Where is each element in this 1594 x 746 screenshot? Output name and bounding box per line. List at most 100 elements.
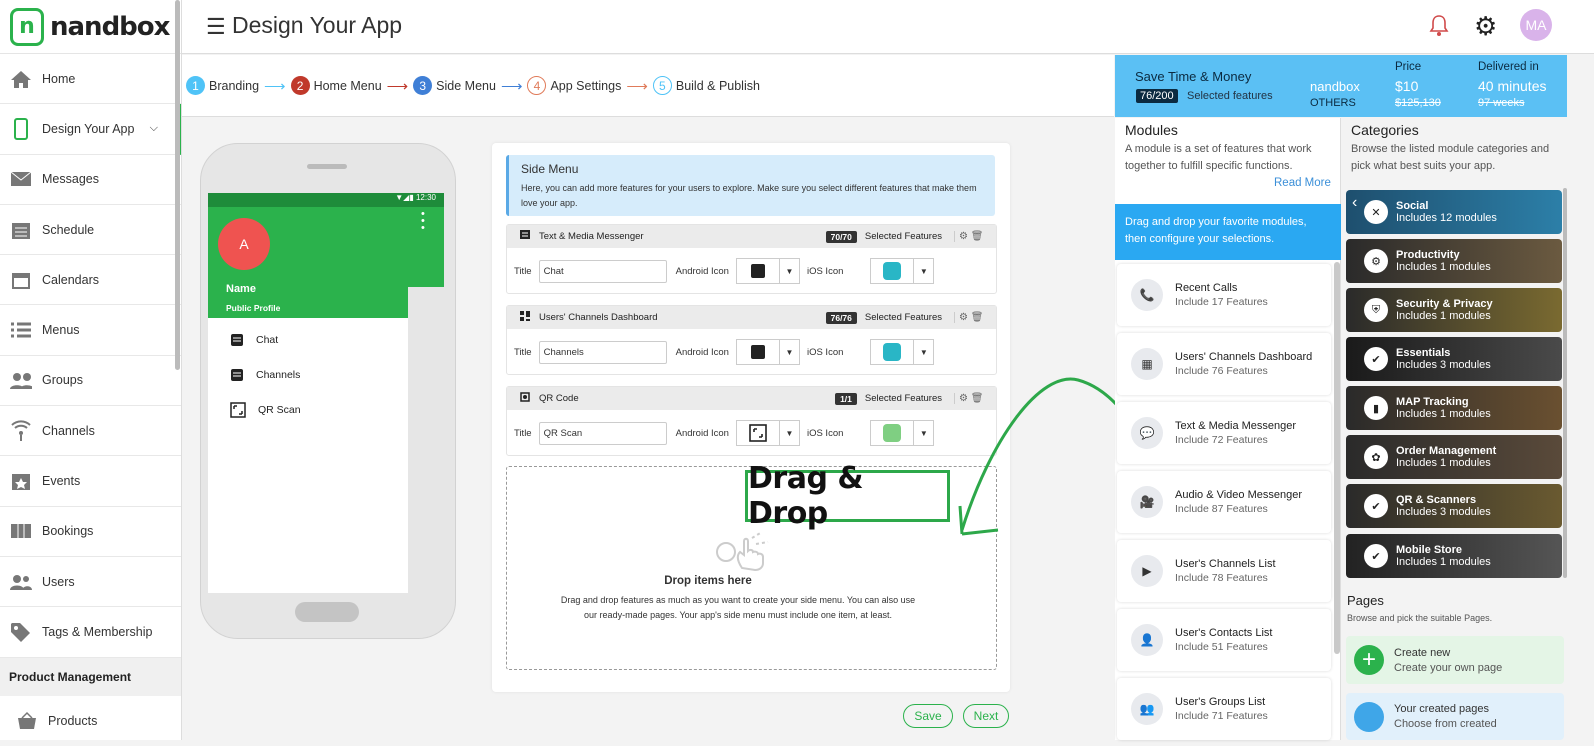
categories-scrollbar[interactable] xyxy=(1563,188,1567,578)
step-label: Side Menu xyxy=(436,78,496,93)
drop-description: Drag and drop features as much as you wa… xyxy=(560,595,916,620)
promo-others: OTHERS xyxy=(1310,97,1356,109)
category-card[interactable]: ✿ Order Management Includes 1 modules xyxy=(1346,435,1562,479)
channel-icon xyxy=(231,369,243,381)
social-icon: ✕ xyxy=(1364,200,1388,224)
step-number: 4 xyxy=(527,76,547,95)
selected-features-label: Selected Features xyxy=(864,231,942,242)
avatar[interactable]: MA xyxy=(1520,9,1552,41)
read-more-link[interactable]: Read More xyxy=(1274,177,1331,189)
android-icon-select[interactable]: ▼ xyxy=(735,339,800,365)
sidebar-item-channels[interactable]: Channels xyxy=(0,406,181,457)
step-label: Branding xyxy=(209,78,260,93)
trash-icon[interactable]: 🗑 xyxy=(971,312,984,323)
category-card[interactable]: ✔ Essentials Includes 3 modules xyxy=(1346,337,1562,381)
order-icon: ✿ xyxy=(1364,445,1388,469)
sidebar-item-groups[interactable]: Groups xyxy=(0,356,181,407)
pages-icon xyxy=(1354,701,1384,732)
ios-icon-select[interactable]: ▼ xyxy=(870,339,935,365)
sidebar-item-label: Bookings xyxy=(42,524,94,539)
sidebar-item-home[interactable]: Home xyxy=(0,54,181,105)
save-button[interactable]: Save xyxy=(903,704,953,728)
sidebar-item-bookings[interactable]: Bookings xyxy=(0,507,181,557)
sidebar-item-tags-membership[interactable]: Tags & Membership xyxy=(0,607,181,658)
sidebar-item-design-your-app[interactable]: Design Your App ⌵ xyxy=(0,104,181,155)
gear-icon[interactable]: ⚙ xyxy=(959,231,968,242)
bell-icon[interactable] xyxy=(1428,13,1450,42)
event-icon xyxy=(10,470,32,492)
calendar-icon xyxy=(10,269,32,291)
ios-icon-label: iOS Icon xyxy=(806,427,844,439)
phone-menu-item: Chat xyxy=(230,333,278,347)
step-3[interactable]: 3 Side Menu xyxy=(413,76,496,95)
chevron-left-icon[interactable]: ‹ xyxy=(1352,194,1357,212)
module-card[interactable]: 🎥 Audio & Video Messenger Include 87 Featu… xyxy=(1117,471,1331,533)
create-new-page[interactable]: + Create new Create your own page xyxy=(1346,636,1564,684)
sidebar-item-products[interactable]: Products xyxy=(0,696,181,746)
selected-features-label: Selected Features xyxy=(864,393,942,404)
category-card[interactable]: ✔ Mobile Store Includes 1 modules xyxy=(1346,534,1562,578)
sidebar-item-schedule[interactable]: Schedule xyxy=(0,205,181,256)
android-icon-preview xyxy=(750,345,765,359)
caret-down-icon: ▼ xyxy=(779,420,800,446)
category-card[interactable]: ✔ QR & Scanners Includes 3 modules xyxy=(1346,484,1562,528)
broadcast-icon xyxy=(10,420,32,442)
sidebar-item-label: Schedule xyxy=(42,222,95,237)
sidebar-item-messages[interactable]: Messages xyxy=(0,155,181,205)
category-card[interactable]: ✕ Social Includes 12 modules ‹ xyxy=(1346,190,1562,234)
booking-icon xyxy=(10,520,32,542)
sidebar-item-menus[interactable]: Menus xyxy=(0,305,181,356)
delivered-value: 40 minutes xyxy=(1478,78,1547,94)
modules-scrollbar[interactable] xyxy=(1334,262,1340,654)
step-4[interactable]: 4 App Settings xyxy=(527,76,621,95)
module-card[interactable]: 💬 Text & Media Messenger Include 72 Featur… xyxy=(1117,402,1331,464)
android-icon-select[interactable]: ▼ xyxy=(735,420,800,446)
gear-icon[interactable]: ⚙ xyxy=(1474,11,1497,42)
step-label: App Settings xyxy=(550,78,622,93)
module-card[interactable]: 👥 User's Groups List Include 71 Features xyxy=(1117,678,1331,740)
groups-icon xyxy=(10,369,32,391)
menu-icon[interactable]: ☰ xyxy=(206,14,226,40)
module-card[interactable]: 👤 User's Contacts List Include 51 Features xyxy=(1117,609,1331,671)
sidebar-item-users[interactable]: Users xyxy=(0,557,181,608)
step-5[interactable]: 5 Build & Publish xyxy=(652,76,760,95)
feature-block: Text & Media Messenger 70/70 Selected Feat… xyxy=(506,224,997,294)
sidebar-item-events[interactable]: Events xyxy=(0,456,181,507)
category-card[interactable]: ▮ MAP Tracking Includes 1 modules xyxy=(1346,386,1562,430)
android-icon-label: Android Icon xyxy=(675,346,729,358)
category-card[interactable]: ⚙ Productivity Includes 1 modules xyxy=(1346,239,1562,283)
sidebar-scrollbar[interactable] xyxy=(175,0,180,370)
title-input[interactable]: Chat xyxy=(538,259,667,283)
category-card[interactable]: ⛨ Security & Privacy Includes 1 modules xyxy=(1346,288,1562,332)
plus-icon: + xyxy=(1354,645,1384,675)
step-2[interactable]: 2 Home Menu xyxy=(290,76,382,95)
phone-status-bar: ▼◢▮ 12:30 xyxy=(208,193,444,207)
trash-icon[interactable]: 🗑 xyxy=(971,231,984,242)
title-input[interactable]: Channels xyxy=(538,340,667,364)
module-card[interactable]: ▦ Users' Channels Dashboard Include 76 Fea… xyxy=(1117,333,1331,395)
feature-icon xyxy=(519,391,531,406)
promo-count: 76/200 xyxy=(1136,89,1178,103)
ios-icon-preview xyxy=(883,343,902,361)
created-pages[interactable]: Your created pages Choose from created xyxy=(1346,693,1564,740)
categories-title: Categories xyxy=(1351,122,1419,138)
step-1[interactable]: 1 Branding xyxy=(186,76,259,95)
sidebar-item-calendars[interactable]: Calendars xyxy=(0,255,181,306)
chevron-down-icon[interactable]: ⌵ xyxy=(150,122,158,135)
title-input[interactable]: QR Scan xyxy=(538,421,667,445)
module-features: Include 78 Features xyxy=(1175,572,1268,584)
next-button[interactable]: Next xyxy=(963,704,1009,728)
price-others: $125,130 xyxy=(1395,97,1441,109)
android-icon-label: Android Icon xyxy=(675,265,729,277)
ios-icon-select[interactable]: ▼ xyxy=(870,420,935,446)
ios-icon-select[interactable]: ▼ xyxy=(870,258,935,284)
module-card[interactable]: 📞 Recent Calls Include 17 Features xyxy=(1117,264,1331,326)
android-icon-select[interactable]: ▼ xyxy=(735,258,800,284)
ios-icon-label: iOS Icon xyxy=(806,346,844,358)
logo[interactable]: n nandbox xyxy=(0,0,181,54)
title-label: Title xyxy=(514,427,532,439)
promo-nandbox: nandbox xyxy=(1310,79,1360,94)
module-card[interactable]: ▶ User's Channels List Include 78 Features xyxy=(1117,540,1331,602)
gear-icon[interactable]: ⚙ xyxy=(959,312,968,323)
schedule-icon xyxy=(10,219,32,241)
